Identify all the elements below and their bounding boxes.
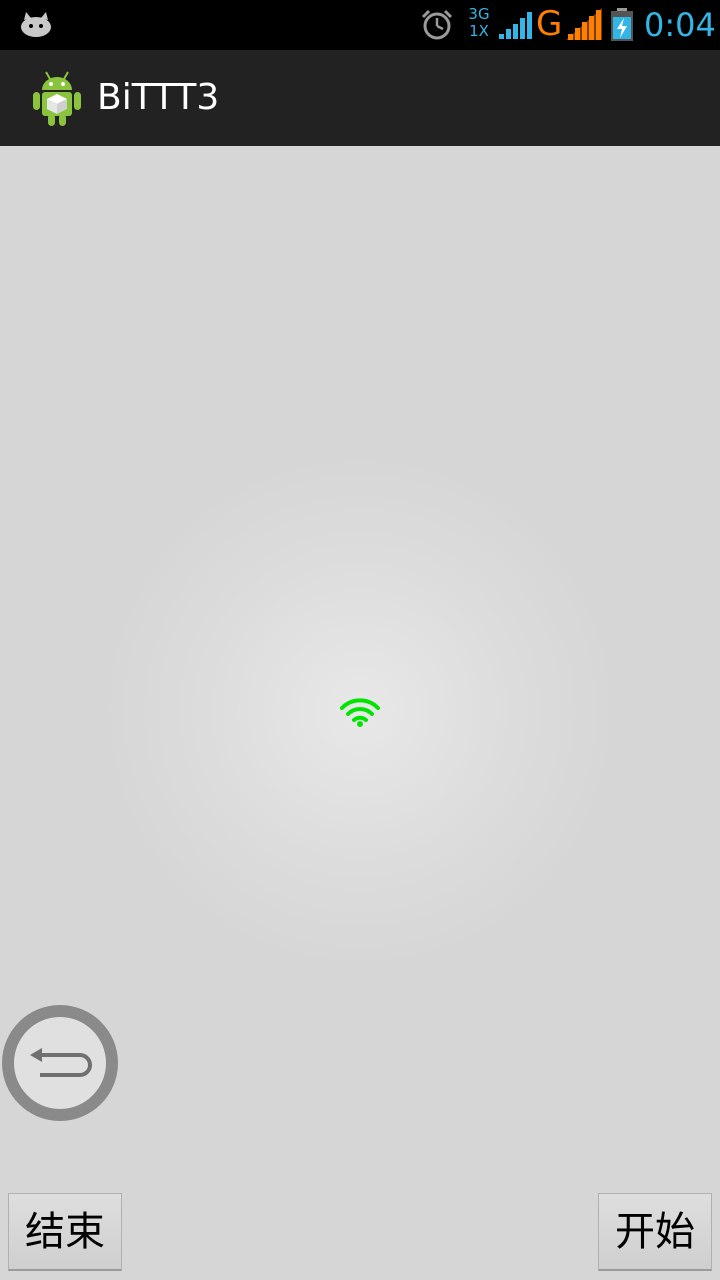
network-type-line1: 3G: [468, 5, 490, 23]
battery-charging-icon: [611, 8, 633, 41]
start-button[interactable]: 开始: [598, 1193, 712, 1271]
main-content: 结束 开始: [0, 146, 720, 1280]
floating-back-button[interactable]: [0, 1003, 120, 1123]
app-title: BiTTT3: [97, 77, 220, 118]
stop-button[interactable]: 结束: [8, 1193, 122, 1271]
network-type-line2: 1X: [469, 22, 489, 40]
wifi-icon: [340, 698, 380, 727]
network-type-indicator: 3G 1X: [466, 6, 492, 40]
signal-bars-blue-icon: [499, 12, 532, 39]
status-bar: 3G 1X G 0:04: [0, 0, 720, 50]
alarm-icon: [421, 9, 453, 40]
screen: 3G 1X G 0:04 BiTTT3 结束 开始: [0, 0, 720, 1280]
signal-bars-orange-icon: [566, 8, 602, 40]
status-time: 0:04: [644, 6, 716, 44]
android-app-icon: [33, 71, 81, 126]
carrier-g-indicator: G: [536, 4, 563, 44]
action-bar: BiTTT3: [0, 50, 720, 146]
android-notification-icon: [21, 12, 51, 37]
